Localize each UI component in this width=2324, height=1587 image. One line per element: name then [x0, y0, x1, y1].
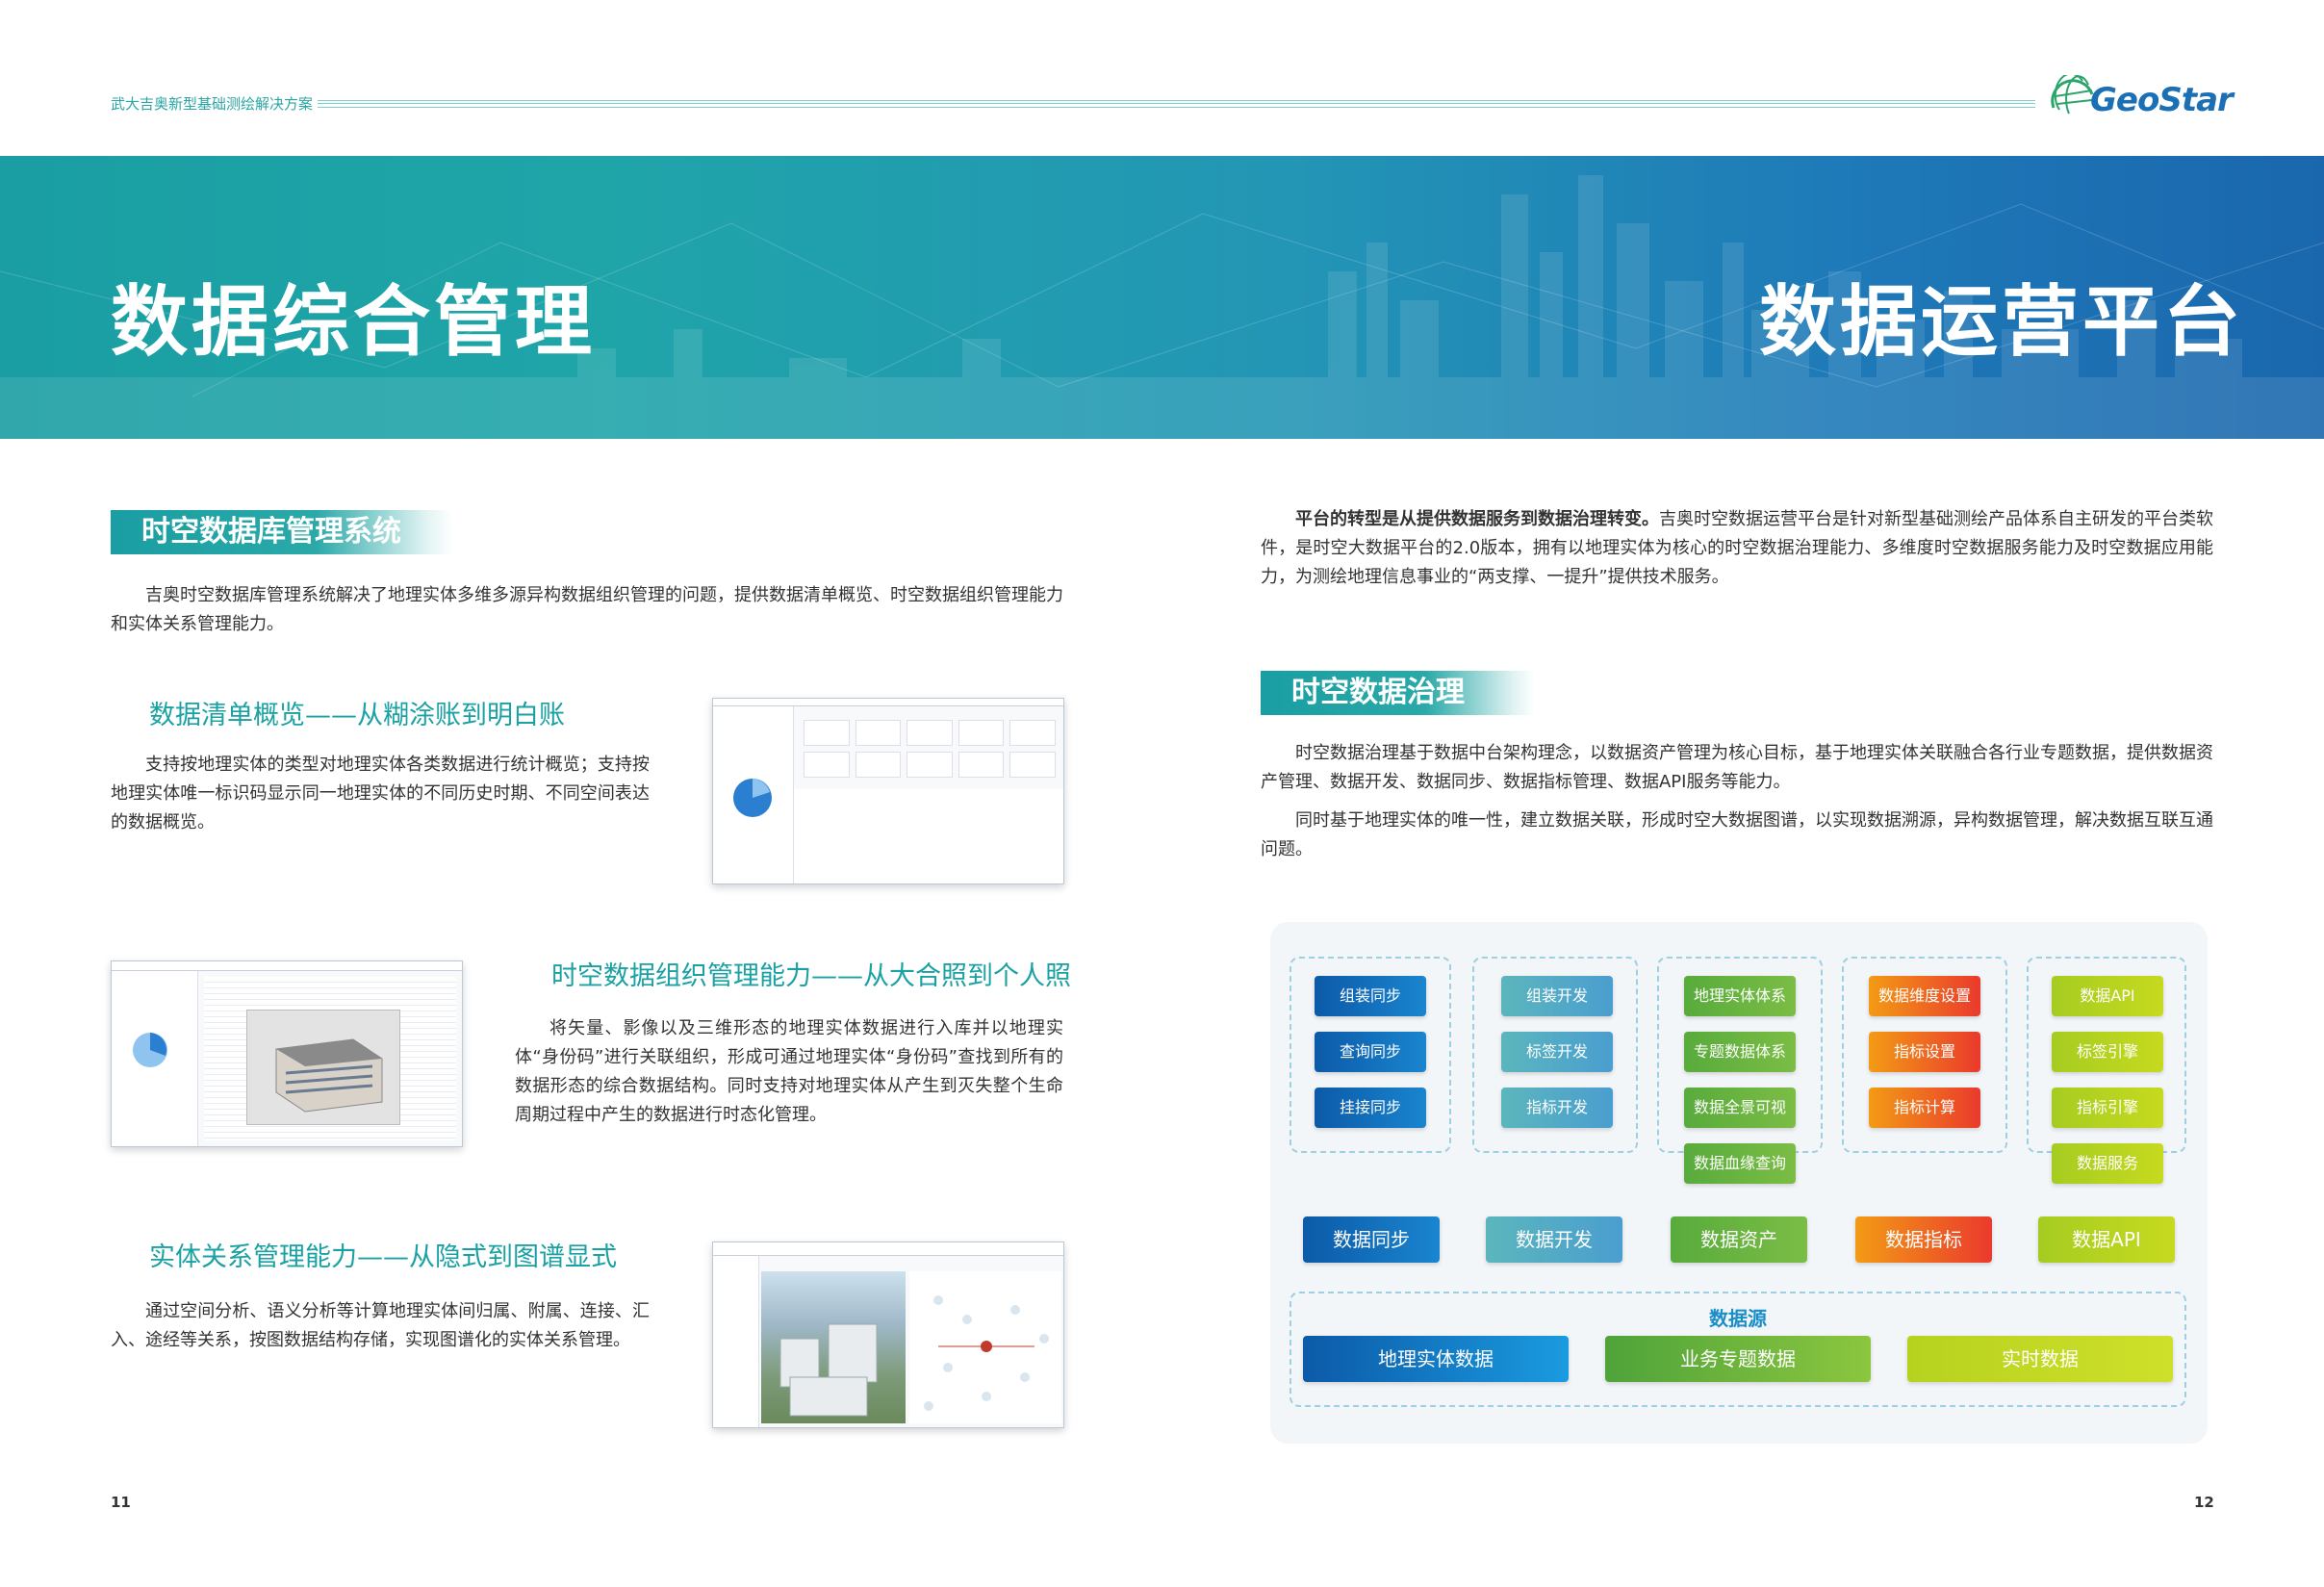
- data-overview-text: 支持按地理实体的类型对地理实体各类数据进行统计概览；支持按地理实体唯一标识码显示…: [111, 755, 650, 832]
- hero-banner: 数据综合管理 数据运营平台: [0, 156, 2324, 439]
- footer-data-assets: 数据资产: [1671, 1216, 1807, 1263]
- item-metric-engine: 指标引擎: [2052, 1088, 2163, 1128]
- page-number-right: 12: [2194, 1494, 2214, 1511]
- footer-data-api: 数据API: [2038, 1216, 2175, 1263]
- item-assemble-sync: 组装同步: [1315, 976, 1426, 1016]
- group-data-sync: 组装同步 查询同步 挂接同步: [1290, 957, 1451, 1153]
- source-business-data: 业务专题数据: [1605, 1336, 1871, 1382]
- source-realtime-data: 实时数据: [1907, 1336, 2173, 1382]
- architecture-diagram: 组装同步 查询同步 挂接同步 组装开发 标签开发 指标开发 地理实体体系 专题数…: [1270, 922, 2208, 1444]
- item-tag-engine: 标签引擎: [2052, 1032, 2163, 1072]
- group-data-api: 数据API 标签引擎 指标引擎 数据服务: [2027, 957, 2186, 1184]
- geostar-logo: GeoStar: [2050, 72, 2234, 119]
- banner-right-title: 数据运营平台: [1759, 277, 2244, 367]
- overview-screenshot: [712, 698, 1064, 884]
- platform-intro-bold: 平台的转型是从提供数据服务到数据治理转变。: [1295, 509, 1659, 529]
- item-tag-dev: 标签开发: [1501, 1032, 1613, 1072]
- document-header-title: 武大吉奥新型基础测绘解决方案: [111, 95, 314, 113]
- group-data-sources: 数据源 地理实体数据 业务专题数据 实时数据: [1290, 1292, 2186, 1407]
- subtitle-entity-relation: 实体关系管理能力——从隐式到图谱显式: [149, 1242, 617, 1272]
- item-data-api: 数据API: [2052, 976, 2163, 1016]
- item-dimension-setting: 数据维度设置: [1869, 976, 1980, 1016]
- item-assemble-dev: 组装开发: [1501, 976, 1613, 1016]
- data-organization-text: 将矢量、影像以及三维形态的地理实体数据进行入库并以地理实体“身份码”进行关联组织…: [515, 1018, 1063, 1125]
- entity-relation-text: 通过空间分析、语义分析等计算地理实体间归属、附属、连接、汇入、途经等关系，按图数…: [111, 1301, 650, 1350]
- item-metric-dev: 指标开发: [1501, 1088, 1613, 1128]
- page-number-left: 11: [111, 1494, 131, 1511]
- pie-chart-icon: [733, 779, 772, 817]
- organization-screenshot: [111, 960, 463, 1147]
- relation-screenshot: [712, 1241, 1064, 1428]
- header-rule: [318, 100, 2035, 108]
- item-entity-system: 地理实体体系: [1684, 976, 1796, 1016]
- intro-paragraph: 吉奥时空数据库管理系统解决了地理实体多维多源异构数据组织管理的问题，提供数据清单…: [111, 585, 1063, 634]
- building-3d-model: [246, 1010, 400, 1125]
- group-data-assets: 地理实体体系 专题数据体系 数据全景可视 数据血缘查询: [1657, 957, 1823, 1184]
- item-query-sync: 查询同步: [1315, 1032, 1426, 1072]
- logo-wordmark: GeoStar: [2090, 81, 2234, 119]
- footer-data-dev: 数据开发: [1486, 1216, 1622, 1263]
- item-attach-sync: 挂接同步: [1315, 1088, 1426, 1128]
- group-data-dev: 组装开发 标签开发 指标开发: [1472, 957, 1638, 1153]
- section-title-data-governance: 时空数据治理: [1261, 671, 1535, 715]
- item-metric-calc: 指标计算: [1869, 1088, 1980, 1128]
- item-panorama-view: 数据全景可视: [1684, 1088, 1796, 1128]
- data-source-title: 数据源: [1709, 1307, 1767, 1330]
- item-data-service: 数据服务: [2052, 1143, 2163, 1184]
- item-thematic-system: 专题数据体系: [1684, 1032, 1796, 1072]
- governance-paragraph-2: 同时基于地理实体的唯一性，建立数据关联，形成时空大数据图谱，以实现数据溯源，异构…: [1261, 810, 2213, 859]
- item-metric-setting: 指标设置: [1869, 1032, 1980, 1072]
- city-3d-view: [761, 1271, 906, 1423]
- subtitle-data-overview: 数据清单概览——从糊涂账到明白账: [149, 701, 565, 730]
- group-data-metrics: 数据维度设置 指标设置 指标计算: [1842, 957, 2007, 1153]
- item-lineage-query: 数据血缘查询: [1684, 1143, 1796, 1184]
- governance-paragraph-1: 时空数据治理基于数据中台架构理念，以数据资产管理为核心目标，基于地理实体关联融合…: [1261, 743, 2213, 792]
- section-title-database-system: 时空数据库管理系统: [111, 510, 452, 554]
- platform-intro-paragraph: 平台的转型是从提供数据服务到数据治理转变。吉奥时空数据运营平台是针对新型基础测绘…: [1261, 505, 2213, 592]
- globe-icon: [2051, 72, 2094, 115]
- graph-view: [909, 1271, 1061, 1423]
- footer-data-metrics: 数据指标: [1855, 1216, 1992, 1263]
- subtitle-data-organization: 时空数据组织管理能力——从大合照到个人照: [551, 961, 1071, 991]
- pie-chart-icon: [133, 1033, 167, 1067]
- source-entity-data: 地理实体数据: [1303, 1336, 1569, 1382]
- footer-data-sync: 数据同步: [1303, 1216, 1440, 1263]
- banner-left-title: 数据综合管理: [111, 277, 596, 367]
